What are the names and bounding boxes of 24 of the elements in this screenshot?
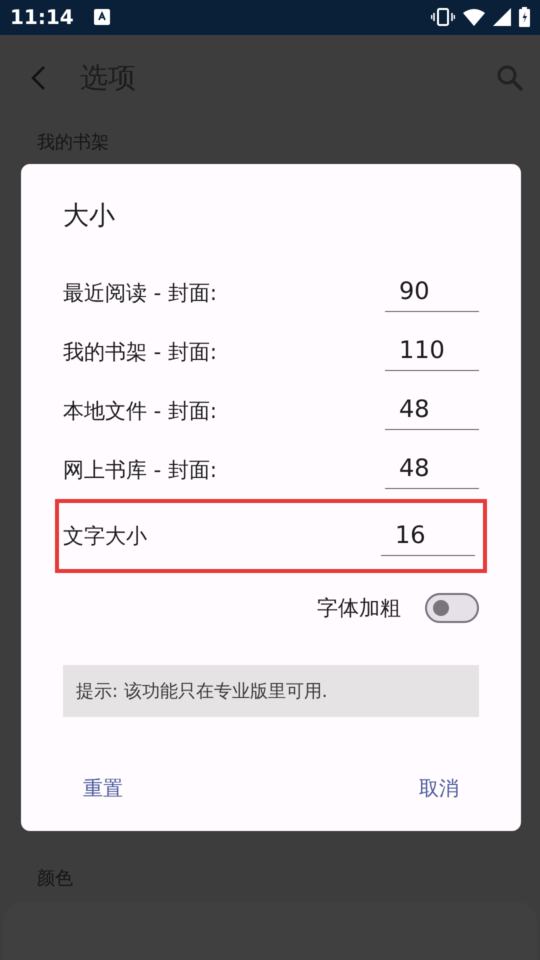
signal-icon — [493, 8, 511, 26]
search-icon[interactable] — [496, 64, 524, 92]
field-label: 最近阅读 - 封面: — [63, 280, 218, 306]
input-field[interactable]: 48 — [385, 391, 479, 430]
toggle-label: 字体加粗 — [317, 595, 401, 622]
input-field[interactable]: 90 — [385, 273, 479, 312]
field-label: 本地文件 - 封面: — [63, 398, 218, 424]
input-field[interactable]: 16 — [381, 516, 475, 556]
vibrate-icon — [431, 8, 455, 26]
bold-switch[interactable] — [425, 593, 479, 623]
dialog-title: 大小 — [63, 200, 115, 233]
input-field[interactable]: 110 — [385, 332, 479, 371]
keyboard-icon — [94, 9, 110, 26]
battery-icon — [519, 7, 530, 28]
hint-text: 提示: 该功能只在专业版里可用. — [63, 665, 479, 717]
input-field[interactable]: 48 — [385, 450, 479, 489]
field-label: 我的书架 - 封面: — [63, 338, 218, 366]
field-label: 网上书库 - 封面: — [63, 456, 218, 484]
wifi-icon — [463, 8, 485, 26]
back-icon[interactable] — [30, 65, 46, 92]
reset-button[interactable]: 重置 — [63, 767, 143, 810]
field-label: 文字大小 — [63, 523, 147, 550]
status-time: 11:14 — [10, 5, 74, 30]
cancel-button[interactable]: 取消 — [399, 767, 479, 810]
